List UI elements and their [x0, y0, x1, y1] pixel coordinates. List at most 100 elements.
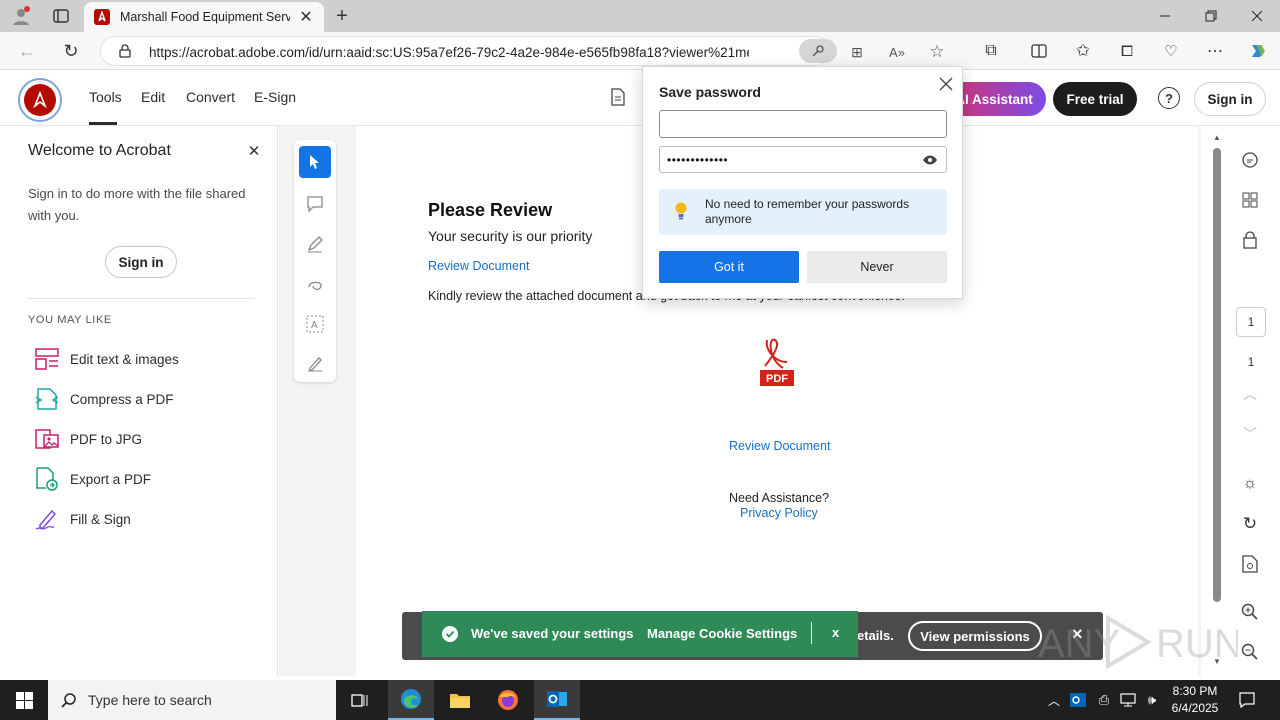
collections-icon[interactable]: ⧠ [1116, 40, 1138, 62]
lock-icon[interactable] [117, 43, 133, 59]
back-icon[interactable]: ← [14, 40, 40, 62]
sign-tool-icon[interactable] [303, 352, 327, 376]
profile-icon[interactable] [8, 4, 34, 28]
pdf-to-jpg-icon [35, 429, 59, 449]
refresh-icon[interactable]: ↻ [58, 40, 84, 62]
edit-text-images-icon [35, 348, 59, 370]
comment-tool-icon[interactable] [303, 192, 327, 216]
notification-icon[interactable] [1236, 690, 1258, 710]
never-button[interactable]: Never [807, 251, 947, 283]
extensions-icon[interactable]: ⧉ [980, 40, 1002, 62]
pdf-file-icon[interactable]: PDF [756, 336, 798, 388]
split-screen-icon[interactable] [1028, 40, 1050, 62]
tab-actions-icon[interactable] [48, 4, 74, 28]
thumbnails-icon[interactable] [1238, 188, 1262, 212]
toast-close-button[interactable]: x [832, 625, 839, 640]
svg-text:A: A [311, 320, 318, 331]
help-icon[interactable]: ? [1158, 87, 1180, 109]
page-number-current[interactable]: 1 [1236, 307, 1266, 337]
list-item-compress-pdf[interactable]: Compress a PDF [34, 386, 174, 412]
clock-date[interactable]: 6/4/2025 [1168, 701, 1222, 715]
volume-icon[interactable]: 🕪 [1142, 690, 1162, 710]
tab-acrobat[interactable]: Marshall Food Equipment Servic ✕ [84, 2, 324, 32]
list-item-export-pdf[interactable]: Export a PDF [34, 466, 151, 492]
section-label: YOU MAY LIKE [28, 314, 112, 326]
page-settings-icon[interactable] [1238, 552, 1262, 576]
compress-pdf-icon [35, 388, 59, 410]
select-tool-icon[interactable] [299, 146, 331, 178]
nav-edit[interactable]: Edit [141, 89, 165, 105]
zoom-out-icon[interactable] [1238, 640, 1262, 664]
app-available-icon[interactable]: ⊞ [847, 43, 867, 61]
nav-tools[interactable]: Tools [89, 89, 122, 105]
show-password-eye-icon[interactable] [920, 152, 940, 168]
password-key-icon[interactable] [799, 39, 837, 63]
address-bar[interactable]: https://acrobat.adobe.com/id/urn:aaid:sc… [100, 36, 945, 66]
close-dialog-icon[interactable] [935, 73, 957, 95]
manage-cookie-settings-link[interactable]: Manage Cookie Settings [647, 626, 797, 641]
panel-sign-in-button[interactable]: Sign in [105, 246, 177, 278]
got-it-button[interactable]: Got it [659, 251, 799, 283]
saved-settings-text: We've saved your settings [471, 626, 634, 641]
close-tab-icon[interactable]: ✕ [298, 9, 314, 26]
rotate-icon[interactable]: ↻ [1238, 512, 1262, 536]
password-field[interactable]: ••••••••••••• [659, 146, 947, 173]
restore-icon[interactable] [1196, 4, 1226, 28]
list-item-label: Edit text & images [70, 351, 179, 367]
page-up-icon[interactable]: ︿ [1238, 384, 1262, 404]
theme-toggle-icon[interactable]: ☼ [1238, 472, 1262, 496]
tool-rail: A [294, 140, 336, 382]
more-menu-icon[interactable]: ⋯ [1204, 40, 1226, 62]
acrobat-logo-icon[interactable] [18, 78, 62, 122]
firefox-icon[interactable] [486, 680, 530, 720]
favorite-star-icon[interactable]: ☆ [927, 42, 947, 62]
right-rail: 1 1 ︿ ﹀ ☼ ↻ [1228, 126, 1280, 676]
review-document-link-2[interactable]: Review Document [729, 439, 830, 453]
minimize-icon[interactable] [1150, 4, 1180, 28]
free-trial-button[interactable]: Free trial [1053, 82, 1137, 116]
tip-box: No need to remember your passwords anymo… [659, 189, 947, 235]
outlook-icon[interactable] [534, 680, 580, 720]
new-tab-icon[interactable]: + [330, 4, 354, 28]
review-document-link[interactable]: Review Document [428, 259, 529, 273]
list-item-fill-sign[interactable]: Fill & Sign [34, 506, 131, 532]
network-icon[interactable] [1118, 690, 1138, 710]
favorites-icon[interactable]: ✩ [1072, 40, 1094, 62]
task-view-icon[interactable] [340, 680, 380, 720]
nav-convert[interactable]: Convert [186, 89, 235, 105]
windows-start-icon[interactable] [0, 680, 48, 720]
file-explorer-icon[interactable] [438, 680, 482, 720]
protect-icon[interactable] [1238, 228, 1262, 252]
taskbar-search-box[interactable]: Type here to search [48, 680, 336, 720]
highlight-tool-icon[interactable] [303, 232, 327, 256]
zoom-in-icon[interactable] [1238, 600, 1262, 624]
read-aloud-icon[interactable]: A» [887, 43, 907, 61]
privacy-policy-link[interactable]: Privacy Policy [740, 506, 818, 520]
list-item-edit-text[interactable]: Edit text & images [34, 346, 179, 372]
scroll-up-icon[interactable]: ▲ [1212, 132, 1222, 142]
document-icon[interactable] [608, 86, 628, 108]
comment-panel-icon[interactable] [1238, 148, 1262, 172]
acrobat-tab-icon [94, 9, 110, 25]
scrollbar[interactable]: ▲ ▼ [1210, 130, 1224, 670]
close-window-icon[interactable] [1242, 4, 1272, 28]
clock-time[interactable]: 8:30 PM [1172, 684, 1218, 698]
list-item-pdf-to-jpg[interactable]: PDF to JPG [34, 426, 142, 452]
close-panel-icon[interactable]: ✕ [244, 142, 264, 160]
draw-tool-icon[interactable] [303, 272, 327, 296]
acrobat-header: Tools Edit Convert E-Sign AI Assistant F… [0, 70, 1280, 126]
show-hidden-icons[interactable]: ︿ [1044, 690, 1064, 710]
tray-device-icon[interactable]: ⎙ [1094, 690, 1114, 710]
header-sign-in-button[interactable]: Sign in [1194, 82, 1266, 116]
username-field[interactable] [659, 110, 947, 138]
outlook-tray-icon[interactable] [1068, 690, 1088, 710]
copilot-icon[interactable] [1246, 40, 1270, 62]
scrollbar-thumb[interactable] [1213, 148, 1221, 602]
list-item-label: Fill & Sign [70, 511, 131, 527]
view-permissions-button[interactable]: View permissions [908, 621, 1042, 651]
page-down-icon[interactable]: ﹀ [1238, 424, 1262, 444]
edge-taskbar-icon[interactable] [388, 680, 434, 720]
performance-icon[interactable]: ♡ [1160, 40, 1182, 62]
text-box-tool-icon[interactable]: A [303, 312, 327, 336]
nav-esign[interactable]: E-Sign [254, 89, 296, 105]
